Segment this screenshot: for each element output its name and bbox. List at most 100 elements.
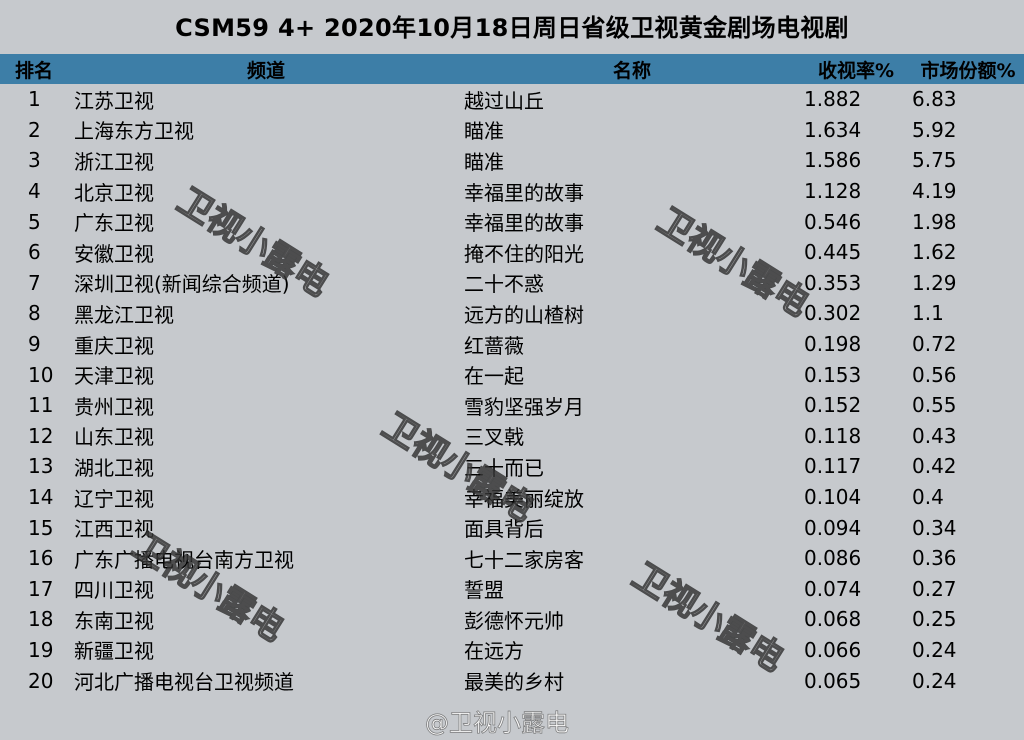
- table-row: 6 安徽卫视 掩不住的阳光 0.445 1.62: [0, 237, 1024, 268]
- table-row: 3 浙江卫视 瞄准 1.586 5.75: [0, 145, 1024, 176]
- share-cell: 0.72: [912, 332, 957, 357]
- channel-cell: 四川卫视: [74, 578, 154, 603]
- table-row: 7 深圳卫视(新闻综合频道) 二十不惑 0.353 1.29: [0, 268, 1024, 299]
- rank-cell: 7: [28, 270, 41, 295]
- channel-cell: 山东卫视: [74, 425, 154, 450]
- table-row: 18 东南卫视 彭德怀元帅 0.068 0.25: [0, 604, 1024, 635]
- weibo-watermark: @卫视小露电: [425, 709, 570, 738]
- table-row: 10 天津卫视 在一起 0.153 0.56: [0, 359, 1024, 390]
- share-cell: 0.25: [912, 607, 957, 632]
- rank-cell: 16: [28, 546, 54, 571]
- rank-cell: 13: [28, 454, 54, 479]
- table-row: 20 河北广播电视台卫视频道 最美的乡村 0.065 0.24: [0, 665, 1024, 696]
- share-cell: 0.27: [912, 576, 957, 601]
- channel-cell: 浙江卫视: [74, 149, 154, 174]
- table-row: 17 四川卫视 誓盟 0.074 0.27: [0, 574, 1024, 605]
- table-row: 9 重庆卫视 红蔷薇 0.198 0.72: [0, 329, 1024, 360]
- share-cell: 0.24: [912, 637, 957, 662]
- table-header-row: 排名 频道 名称 收视率% 市场份额%: [0, 54, 1024, 84]
- program-name-cell: 幸福里的故事: [464, 180, 584, 205]
- channel-cell: 黑龙江卫视: [74, 302, 174, 327]
- program-name-cell: 面具背后: [464, 517, 544, 542]
- table-row: 14 辽宁卫视 幸福美丽绽放 0.104 0.4: [0, 482, 1024, 513]
- program-name-cell: 最美的乡村: [464, 670, 564, 695]
- rating-cell: 0.117: [804, 454, 862, 479]
- program-name-cell: 誓盟: [464, 578, 504, 603]
- channel-cell: 东南卫视: [74, 608, 154, 633]
- rating-cell: 0.074: [804, 576, 862, 601]
- program-name-cell: 远方的山楂树: [464, 302, 584, 327]
- table-body: 1 江苏卫视 越过山丘 1.882 6.83 2 上海东方卫视 瞄准 1.634 5.92 3 浙江卫…: [0, 84, 1024, 696]
- rating-cell: 1.634: [804, 117, 862, 142]
- ratings-table: 排名 频道 名称 收视率% 市场份额% 1 江苏卫视 越过山丘 1.882 6.83 2 上…: [0, 54, 1024, 696]
- column-header-name: 名称: [612, 59, 651, 82]
- channel-cell: 辽宁卫视: [74, 486, 154, 511]
- rating-cell: 1.882: [804, 87, 862, 112]
- table-row: 16 广东广播电视台南方卫视 七十二家房客 0.086 0.36: [0, 543, 1024, 574]
- table-row: 12 山东卫视 三叉戟 0.118 0.43: [0, 421, 1024, 452]
- share-cell: 1.29: [912, 270, 957, 295]
- program-name-cell: 幸福里的故事: [464, 211, 584, 236]
- channel-cell: 重庆卫视: [74, 333, 154, 358]
- channel-cell: 广东广播电视台南方卫视: [74, 547, 294, 572]
- program-name-cell: 彭德怀元帅: [464, 608, 564, 633]
- table-row: 19 新疆卫视 在远方 0.066 0.24: [0, 635, 1024, 666]
- channel-cell: 江西卫视: [74, 517, 154, 542]
- rating-cell: 1.586: [804, 148, 862, 173]
- rating-cell: 0.198: [804, 332, 862, 357]
- rank-cell: 4: [28, 179, 41, 204]
- rating-cell: 0.353: [804, 270, 862, 295]
- table-row: 5 广东卫视 幸福里的故事 0.546 1.98: [0, 206, 1024, 237]
- table-row: 4 北京卫视 幸福里的故事 1.128 4.19: [0, 176, 1024, 207]
- rating-cell: 0.066: [804, 637, 862, 662]
- share-cell: 1.62: [912, 240, 957, 265]
- rating-cell: 0.445: [804, 240, 862, 265]
- share-cell: 0.36: [912, 546, 957, 571]
- share-cell: 5.92: [912, 117, 957, 142]
- share-cell: 1.1: [912, 301, 944, 326]
- rating-cell: 0.152: [804, 393, 862, 418]
- share-cell: 0.42: [912, 454, 957, 479]
- column-header-share: 市场份额%: [920, 59, 1016, 82]
- rank-cell: 10: [28, 362, 54, 387]
- rating-cell: 0.546: [804, 209, 862, 234]
- channel-cell: 贵州卫视: [74, 394, 154, 419]
- channel-cell: 江苏卫视: [74, 88, 154, 113]
- rank-cell: 9: [28, 332, 41, 357]
- rank-cell: 18: [28, 607, 54, 632]
- program-name-cell: 越过山丘: [464, 88, 544, 113]
- rating-cell: 1.128: [804, 179, 862, 204]
- program-name-cell: 三叉戟: [464, 425, 524, 450]
- column-header-channel: 频道: [246, 59, 285, 82]
- share-cell: 0.55: [912, 393, 957, 418]
- rank-cell: 2: [28, 117, 41, 142]
- table-row: 2 上海东方卫视 瞄准 1.634 5.92: [0, 115, 1024, 146]
- program-name-cell: 掩不住的阳光: [464, 241, 584, 266]
- page-title: CSM59 4+ 2020年10月18日周日省级卫视黄金剧场电视剧: [175, 13, 849, 42]
- rating-cell: 0.118: [804, 423, 862, 448]
- share-cell: 4.19: [912, 179, 957, 204]
- channel-cell: 天津卫视: [74, 364, 154, 389]
- channel-cell: 新疆卫视: [74, 639, 154, 664]
- program-name-cell: 在一起: [464, 364, 524, 389]
- share-cell: 0.4: [912, 485, 944, 510]
- channel-cell: 深圳卫视(新闻综合频道): [74, 272, 290, 297]
- rank-cell: 11: [28, 393, 54, 418]
- program-name-cell: 在远方: [464, 639, 524, 664]
- column-header-rank: 排名: [14, 59, 53, 82]
- rating-cell: 0.104: [804, 485, 862, 510]
- rating-cell: 0.153: [804, 362, 862, 387]
- rank-cell: 6: [28, 240, 41, 265]
- channel-cell: 安徽卫视: [74, 241, 154, 266]
- rating-cell: 0.094: [804, 515, 862, 540]
- rank-cell: 5: [28, 209, 41, 234]
- share-cell: 0.56: [912, 362, 957, 387]
- program-name-cell: 二十不惑: [464, 272, 544, 297]
- rank-cell: 17: [28, 576, 54, 601]
- rating-cell: 0.068: [804, 607, 862, 632]
- channel-cell: 广东卫视: [74, 211, 154, 236]
- rank-cell: 14: [28, 485, 54, 510]
- program-name-cell: 幸福美丽绽放: [464, 486, 584, 511]
- channel-cell: 北京卫视: [74, 180, 154, 205]
- channel-cell: 湖北卫视: [74, 455, 154, 480]
